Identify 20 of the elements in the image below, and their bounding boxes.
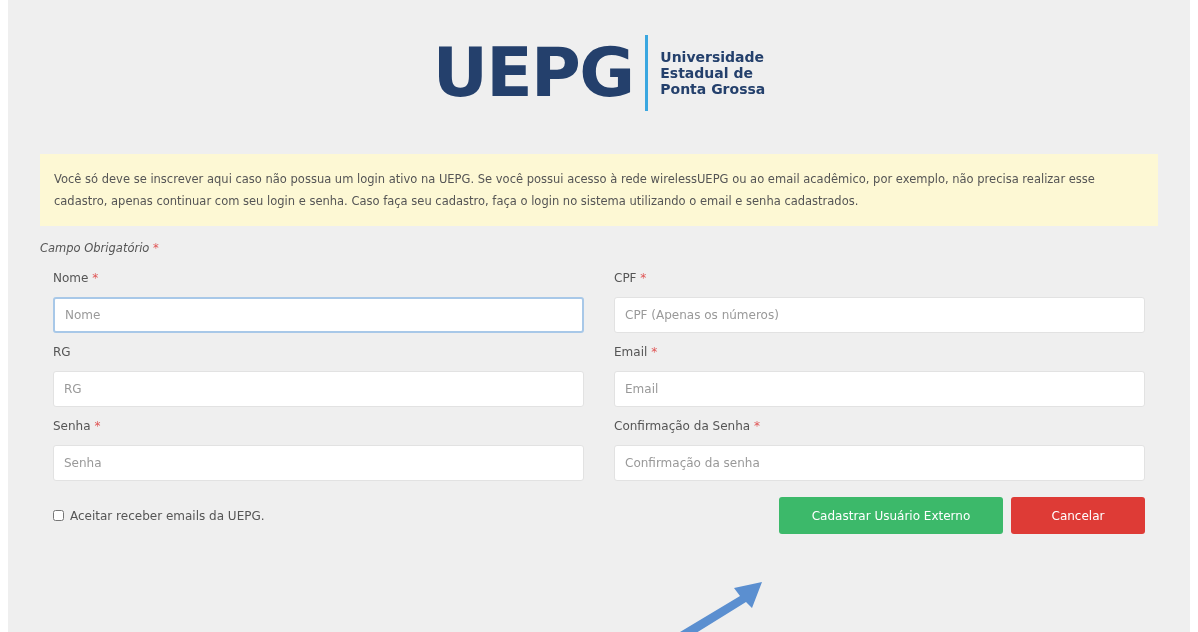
- required-note: Campo Obrigatório *: [40, 240, 160, 257]
- field-label: Confirmação da Senha *: [614, 418, 761, 436]
- register-button[interactable]: Cadastrar Usuário Externo: [779, 497, 1003, 535]
- field-label: RG: [53, 344, 72, 362]
- input-field[interactable]: Email: [614, 371, 1145, 408]
- consent-checkbox[interactable]: [53, 510, 64, 522]
- field-label: Nome *: [53, 270, 100, 288]
- input-field[interactable]: Nome: [53, 297, 584, 334]
- input-field[interactable]: Confirmação da senha: [614, 445, 1145, 482]
- input-field[interactable]: RG: [53, 371, 584, 408]
- consent-label: Aceitar receber emails da UEPG.: [70, 507, 265, 525]
- input-field[interactable]: Senha: [53, 445, 584, 482]
- input-field[interactable]: CPF (Apenas os números): [614, 297, 1145, 334]
- cancel-button[interactable]: Cancelar: [1011, 497, 1145, 535]
- field-label: CPF *: [614, 270, 648, 288]
- field-label: Senha *: [53, 418, 102, 436]
- logo-mark: UEPG: [432, 39, 634, 107]
- university-name: Universidade Estadual de Ponta Grossa: [660, 49, 766, 97]
- field-label: Email *: [614, 344, 659, 362]
- notice-text: Você só deve se inscrever aqui caso não possua um login ativo na UEPG. Se você possui acesso à rede wirelessUEPG ou ao email acadêmico, por exemplo, não precisa realizar esse cadastro, apenas continuar com seu login e senha. Caso faça seu cadastro, faça o login no sistema utilizando o email e senha cadastrados.: [54, 171, 1096, 210]
